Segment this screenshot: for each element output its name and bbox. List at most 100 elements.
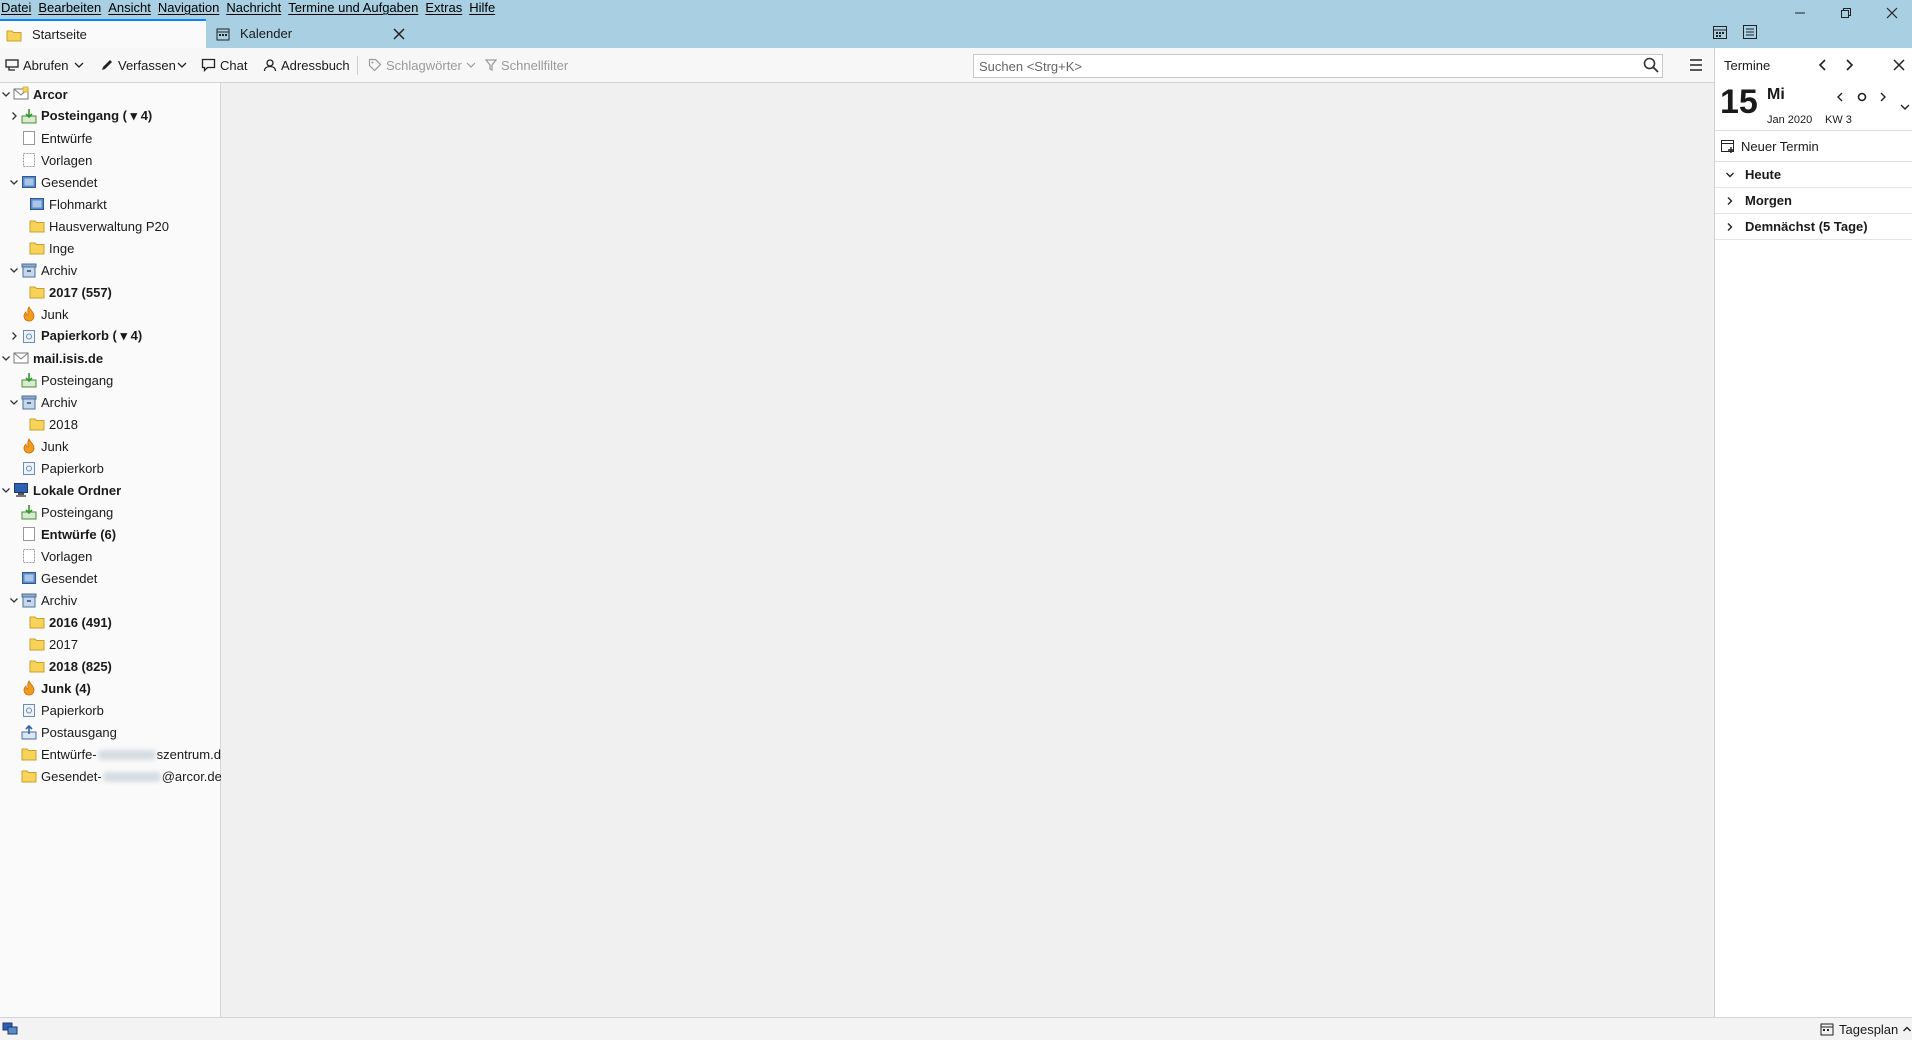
- collapse-chevron-icon[interactable]: [1, 89, 11, 99]
- search-icon[interactable]: [1643, 57, 1659, 73]
- inbox-icon: [21, 109, 37, 124]
- collapse-chevron-icon[interactable]: [9, 595, 19, 605]
- redacted-text: [102, 772, 161, 783]
- agenda-label: Morgen: [1745, 193, 1792, 208]
- junk-flame-icon: [23, 306, 35, 322]
- folder-label-prefix: Entwürfe-: [41, 746, 97, 762]
- tags-label: Schlagwörter: [386, 57, 462, 73]
- folder-label: 2017: [49, 636, 78, 652]
- folder-icon: [29, 638, 45, 651]
- chevron-left-icon: [1818, 59, 1826, 71]
- folder-label: Papierkorb ( ▾ 4): [41, 328, 143, 343]
- tab-startseite[interactable]: Startseite: [0, 19, 206, 48]
- chevron-down-icon: [74, 62, 84, 68]
- hamburger-menu-icon: [1690, 59, 1702, 71]
- expand-chevron-icon[interactable]: [9, 331, 19, 341]
- day-number: 15: [1720, 83, 1758, 121]
- folder-icon: [29, 220, 45, 233]
- collapse-chevron-icon[interactable]: [9, 397, 19, 407]
- circle-today-icon: [1857, 92, 1867, 102]
- collapse-chevron-icon[interactable]: [1, 353, 11, 363]
- menu-nachricht[interactable]: Nachricht: [225, 0, 287, 16]
- folder-icon: [29, 616, 45, 629]
- trash-icon: [23, 704, 35, 717]
- online-status-button[interactable]: [2, 1022, 18, 1036]
- folder-label: Junk: [41, 306, 69, 322]
- folder-label: Vorlagen: [41, 152, 93, 168]
- chevron-down-icon: [1726, 172, 1734, 177]
- chat-button[interactable]: Chat: [201, 48, 247, 82]
- folder-label: Entwürfe (6): [41, 526, 117, 542]
- quick-filter-button[interactable]: Schnellfilter: [485, 48, 568, 82]
- address-book-button[interactable]: Adressbuch: [263, 48, 350, 82]
- collapse-chevron-icon[interactable]: [9, 177, 19, 187]
- agenda-upcoming[interactable]: Demnächst (5 Tage): [1715, 214, 1912, 240]
- folder-label: Archiv: [41, 262, 78, 278]
- search-input[interactable]: [973, 54, 1663, 78]
- close-window-button[interactable]: [1878, 4, 1906, 22]
- archive-icon: [21, 263, 37, 278]
- calendar-tab-button[interactable]: [1712, 24, 1730, 42]
- day-next-button[interactable]: [1877, 91, 1889, 103]
- get-messages-dropdown[interactable]: [74, 48, 88, 82]
- folder-label: Entwürfe-szentrum.de: [41, 747, 228, 762]
- tags-button[interactable]: Schlagwörter: [368, 48, 480, 82]
- templates-icon: [23, 549, 35, 563]
- chevron-left-icon: [1837, 92, 1843, 102]
- filter-icon: [485, 59, 497, 71]
- chevron-right-icon: [1727, 222, 1733, 231]
- today-pane-toggle-button[interactable]: Tagesplan: [1820, 1020, 1912, 1038]
- day-today-button[interactable]: [1856, 91, 1868, 103]
- today-pane-prev-button[interactable]: [1815, 57, 1831, 73]
- chevron-down-icon: [466, 62, 476, 68]
- menu-bearbeiten[interactable]: Bearbeiten: [37, 0, 107, 16]
- archive-icon: [21, 593, 37, 608]
- tab-startseite-label: Startseite: [32, 27, 87, 42]
- compose-button[interactable]: Verfassen: [100, 48, 176, 82]
- day-prev-button[interactable]: [1834, 91, 1846, 103]
- app-menu-button[interactable]: [1688, 57, 1704, 73]
- menu-hilfe[interactable]: Hilfe: [468, 0, 501, 16]
- tagesplan-label: Tagesplan: [1839, 1021, 1899, 1037]
- new-event-button[interactable]: Neuer Termin: [1720, 135, 1819, 157]
- compose-dropdown[interactable]: [177, 48, 191, 82]
- menu-ansicht[interactable]: Ansicht: [107, 0, 157, 16]
- tab-close-icon[interactable]: [393, 27, 405, 40]
- menu-extras[interactable]: Extras: [424, 0, 468, 16]
- tasks-tab-button[interactable]: [1742, 24, 1760, 42]
- folder-label: Archiv: [41, 592, 78, 608]
- address-book-icon: [263, 59, 277, 72]
- account-envelope-icon: [13, 352, 29, 364]
- collapse-chevron-icon[interactable]: [9, 265, 19, 275]
- folder-label: Papierkorb: [41, 460, 104, 476]
- collapse-chevron-icon[interactable]: [1, 485, 11, 495]
- folder-label: Papierkorb: [41, 702, 104, 718]
- agenda-today[interactable]: Heute: [1715, 162, 1912, 188]
- menu-navigation[interactable]: Navigation: [157, 0, 225, 16]
- get-messages-button[interactable]: Abrufen: [5, 48, 69, 82]
- restore-button[interactable]: [1832, 4, 1860, 22]
- toolbar-separator: [357, 56, 358, 75]
- minimonth-toggle-button[interactable]: [1899, 101, 1911, 113]
- folder-label: Posteingang ( ▾ 4): [41, 108, 153, 123]
- folder-label: Lokale Ordner: [33, 482, 122, 498]
- folder-label: 2018 (825): [49, 658, 112, 674]
- junk-flame-icon: [23, 680, 35, 696]
- account-icon: [13, 86, 29, 100]
- tab-kalender[interactable]: Kalender: [207, 21, 417, 46]
- sent-icon: [22, 572, 36, 584]
- minimize-button[interactable]: [1786, 4, 1814, 22]
- agenda-tomorrow[interactable]: Morgen: [1715, 188, 1912, 214]
- expand-chevron-icon[interactable]: [9, 111, 19, 121]
- templates-icon: [23, 153, 35, 167]
- inbox-icon: [21, 373, 37, 388]
- folder-icon: [6, 30, 22, 41]
- today-pane-close-button[interactable]: [1891, 57, 1907, 73]
- computer-icon: [14, 483, 28, 497]
- folder-icon: [29, 286, 45, 299]
- menu-termine-und-aufgaben[interactable]: Termine und Aufgaben: [287, 0, 424, 16]
- agenda-label: Heute: [1745, 167, 1782, 182]
- folder-label: Flohmarkt: [49, 196, 107, 212]
- today-pane-next-button[interactable]: [1841, 57, 1857, 73]
- menu-datei[interactable]: Datei: [0, 0, 37, 16]
